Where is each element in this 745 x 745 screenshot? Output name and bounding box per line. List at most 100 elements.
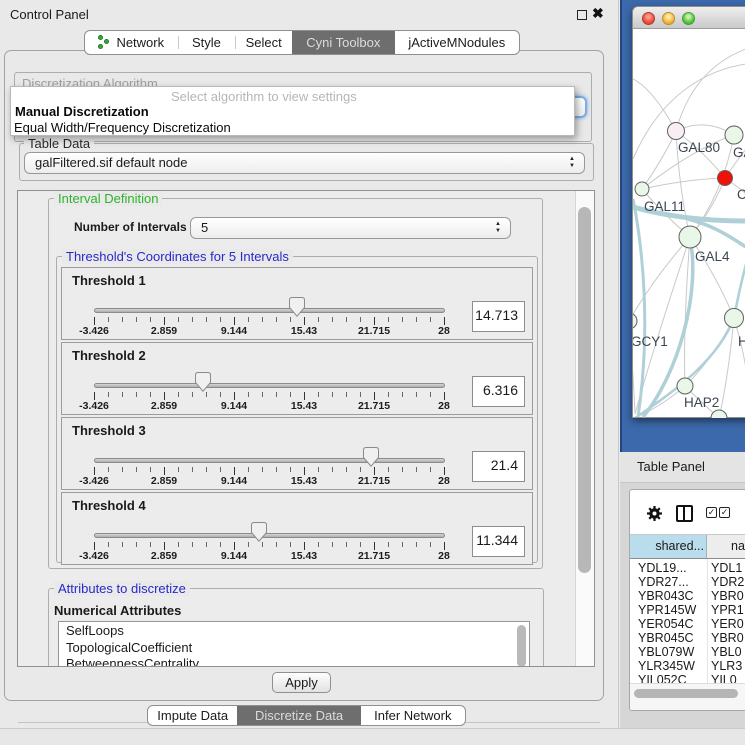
node-label: GCY1 — [633, 334, 668, 349]
node-table: ✓ ✓ shared... name YDL19...YDL1 YDR27...… — [629, 489, 745, 711]
horizontal-scrollbar[interactable] — [630, 683, 745, 710]
node-label: GA — [733, 145, 745, 160]
tab-infer-network[interactable]: Infer Network — [361, 706, 465, 725]
tab-label: Network — [116, 35, 164, 50]
slider-track[interactable] — [94, 308, 445, 313]
tab-cyni-toolbox[interactable]: Cyni Toolbox — [292, 31, 395, 54]
table-header: shared... name — [630, 534, 745, 559]
scrollbar-thumb[interactable] — [578, 207, 591, 573]
threshold-label: Threshold 4 — [72, 498, 146, 513]
slider-thumb[interactable] — [363, 447, 379, 467]
node-selected-red[interactable] — [718, 171, 733, 186]
node-gal80[interactable] — [668, 123, 685, 140]
tab-label: Cyni Toolbox — [306, 35, 380, 50]
tab-discretize-data[interactable]: Discretize Data — [237, 706, 360, 725]
dropdown-option-manual[interactable]: Manual Discretization — [15, 104, 149, 119]
tab-jactivemnodules[interactable]: jActiveMNodules — [395, 31, 519, 54]
close-traffic-light[interactable] — [642, 12, 655, 25]
attributes-list[interactable]: SelfLoops TopologicalCoefficient Between… — [58, 621, 530, 667]
tab-label: Style — [192, 35, 221, 50]
apply-button[interactable]: Apply — [272, 672, 331, 693]
tab-style[interactable]: Style — [178, 31, 236, 54]
tick-label: 9.144 — [204, 325, 264, 337]
table-data-title: Table Data — [24, 136, 94, 151]
node[interactable] — [711, 410, 727, 418]
node-label: C — [737, 187, 745, 202]
threshold-label: Threshold 3 — [72, 423, 146, 438]
node-label: GAL80 — [678, 140, 720, 155]
slider-thumb[interactable] — [195, 372, 211, 392]
slider-thumb[interactable] — [289, 297, 305, 317]
tick-label: 21.715 — [344, 325, 404, 337]
slider-thumb[interactable] — [251, 522, 267, 542]
number-of-intervals-label: Number of Intervals — [74, 220, 187, 234]
bottom-tabbar: Impute Data Discretize Data Infer Networ… — [147, 705, 466, 726]
checkbox-icon[interactable]: ✓ — [706, 507, 717, 518]
column-header-name[interactable]: name — [707, 535, 745, 558]
network-window: GAL80 GA C GAL11 GAL4 GCY1 H HAP2 — [632, 6, 745, 418]
list-item[interactable]: SelfLoops — [66, 623, 529, 639]
dropdown-option-equal-width[interactable]: Equal Width/Frequency Discretization — [14, 120, 231, 135]
scrollbar-track[interactable] — [575, 191, 594, 666]
table-data-combobox[interactable]: galFiltered.sif default node ▲▼ — [24, 152, 585, 174]
table-row[interactable]: YBR043CYBR0 — [630, 589, 745, 603]
dropdown-prompt: Select algorithm to view settings — [171, 89, 357, 104]
threshold-2-panel: Threshold 2 -3.426 2.859 9.144 15.43 21.… — [61, 342, 533, 415]
panel-title: Control Panel — [10, 7, 89, 22]
slider-track[interactable] — [94, 383, 445, 388]
threshold-value-field[interactable]: 14.713 — [472, 301, 525, 332]
network-icon — [98, 35, 110, 51]
close-icon[interactable]: ✖ — [592, 5, 604, 22]
node-label: HAP2 — [684, 395, 719, 410]
node[interactable] — [725, 126, 743, 144]
top-tabbar: Network Style Select Cyni Toolbox jActiv… — [84, 30, 520, 55]
tab-label: Select — [246, 35, 282, 50]
tab-network[interactable]: Network — [85, 31, 178, 54]
column-header-shared-name[interactable]: shared... — [630, 535, 707, 558]
minimize-traffic-light[interactable] — [662, 12, 675, 25]
network-window-titlebar — [633, 7, 745, 29]
interval-definition-title: Interval Definition — [54, 191, 162, 206]
table-row[interactable]: YDL19...YDL1 — [630, 561, 745, 575]
table-row[interactable]: YER054CYER0 — [630, 617, 745, 631]
tab-select[interactable]: Select — [235, 31, 292, 54]
table-data-value: galFiltered.sif default node — [35, 155, 187, 170]
list-scrollbar[interactable] — [517, 625, 526, 667]
node-gcy1[interactable] — [633, 313, 637, 329]
thresholds-group-title: Threshold's Coordinates for 5 Intervals — [62, 249, 293, 264]
threshold-value-field[interactable]: 11.344 — [472, 526, 525, 557]
table-row[interactable]: YBL079WYBL0 — [630, 645, 745, 659]
table-row[interactable]: YLR345WYLR3 — [630, 659, 745, 673]
number-of-intervals-combobox[interactable]: 5 ▲▼ — [190, 217, 511, 239]
table-panel-bar: Table Panel — [620, 452, 745, 483]
threshold-value-field[interactable]: 21.4 — [472, 451, 525, 482]
list-item[interactable]: TopologicalCoefficient — [66, 640, 529, 656]
node-gal11[interactable] — [635, 182, 649, 196]
spinner-arrows-icon: ▲▼ — [494, 221, 502, 235]
table-row[interactable]: YPR145WYPR1 — [630, 603, 745, 617]
checkbox-icon[interactable]: ✓ — [719, 507, 730, 518]
list-item[interactable]: BetweennessCentrality — [66, 656, 529, 667]
spinner-arrows-icon: ▲▼ — [568, 156, 576, 170]
node-label: GAL4 — [695, 249, 730, 264]
number-of-intervals-value: 5 — [201, 220, 208, 235]
slider-track[interactable] — [94, 533, 445, 538]
tick-label: 28 — [414, 325, 474, 337]
table-row[interactable]: YBR045CYBR0 — [630, 631, 745, 645]
threshold-value-field[interactable]: 6.316 — [472, 376, 525, 407]
threshold-label: Threshold 1 — [72, 273, 146, 288]
threshold-1-panel: Threshold 1 -3.426 2.859 9.144 15.43 21.… — [61, 267, 533, 340]
gear-icon[interactable] — [646, 505, 663, 522]
tab-impute-data[interactable]: Impute Data — [148, 706, 237, 725]
slider-track[interactable] — [94, 458, 445, 463]
node[interactable] — [725, 309, 744, 328]
tick-label: 2.859 — [134, 325, 194, 337]
zoom-traffic-light[interactable] — [682, 12, 695, 25]
node-hap2[interactable] — [677, 378, 693, 394]
table-row[interactable]: YDR27...YDR2 — [630, 575, 745, 589]
network-canvas[interactable]: GAL80 GA C GAL11 GAL4 GCY1 H HAP2 — [633, 29, 745, 418]
columns-icon[interactable] — [676, 505, 693, 522]
float-icon[interactable] — [577, 10, 587, 20]
node-gal4[interactable] — [679, 226, 701, 248]
tick-label: -3.426 — [64, 325, 124, 337]
